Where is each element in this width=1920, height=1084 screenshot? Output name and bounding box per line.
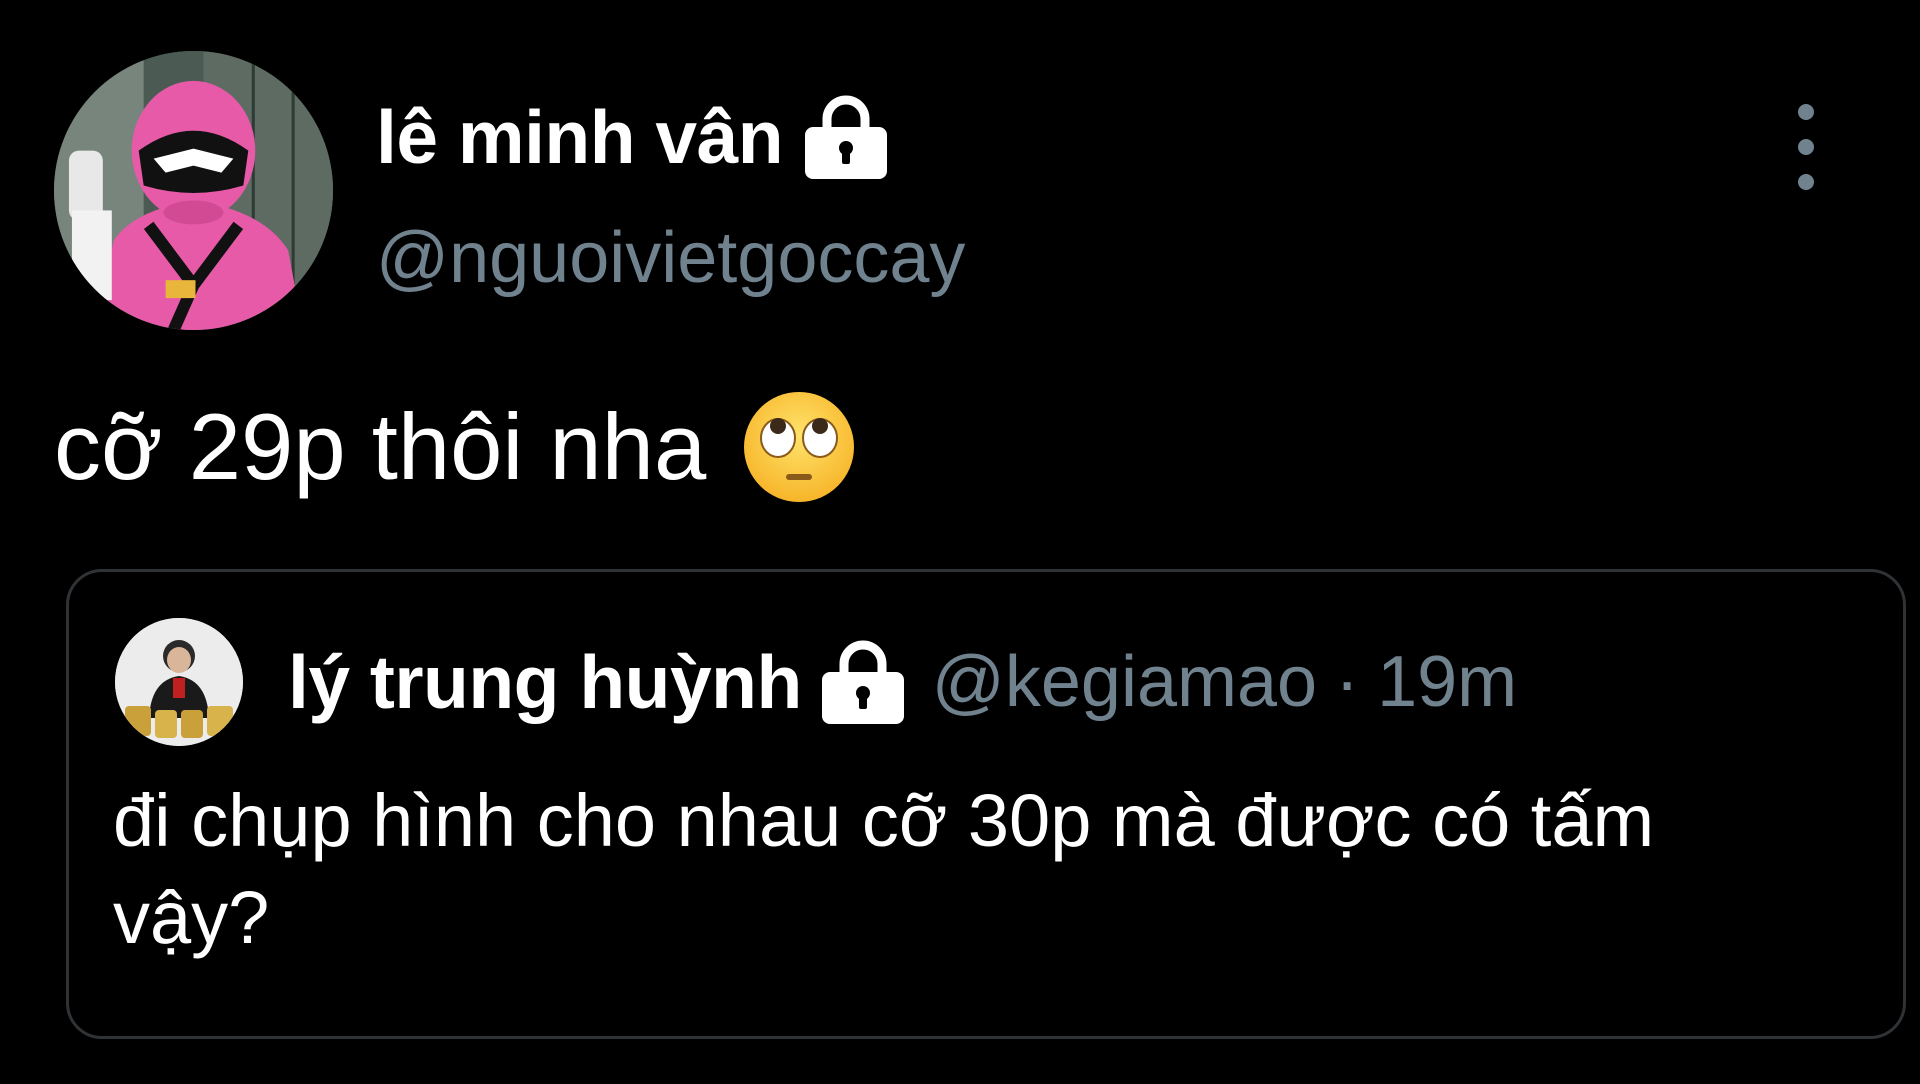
tweet-text: cỡ 29p thôi nha bbox=[54, 392, 856, 502]
quoted-author-avatar[interactable] bbox=[115, 618, 243, 746]
more-vertical-icon-dot bbox=[1798, 174, 1814, 190]
rolling-eyes-emoji-icon bbox=[742, 390, 856, 504]
author-avatar[interactable] bbox=[54, 51, 333, 330]
quoted-tweet-timestamp[interactable]: 19m bbox=[1377, 646, 1517, 718]
author-name-row: lê minh vân bbox=[376, 92, 889, 182]
person-with-trophies-avatar bbox=[115, 618, 243, 746]
quoted-author-handle[interactable]: @kegiamao bbox=[932, 646, 1317, 718]
more-vertical-icon-dot bbox=[1798, 139, 1814, 155]
quoted-tweet-text: đi chụp hình cho nhau cỡ 30p mà được có … bbox=[113, 779, 1655, 959]
pink-ranger-avatar bbox=[54, 51, 333, 330]
author-display-name[interactable]: lê minh vân bbox=[376, 99, 784, 175]
lock-icon bbox=[820, 640, 906, 724]
quoted-tweet-card[interactable]: lý trung huỳnh @kegiamao · 19m đi chụp h… bbox=[66, 569, 1906, 1039]
more-options-button[interactable] bbox=[1776, 104, 1836, 190]
tweet-body: cỡ 29p thôi nha bbox=[54, 394, 707, 499]
lock-icon bbox=[803, 95, 889, 179]
dot-separator: · bbox=[1335, 642, 1360, 722]
quoted-tweet-header: lý trung huỳnh @kegiamao · 19m bbox=[115, 617, 1517, 747]
more-vertical-icon bbox=[1798, 104, 1814, 120]
author-handle[interactable]: @nguoivietgoccay bbox=[376, 222, 965, 294]
quoted-author-display-name[interactable]: lý trung huỳnh bbox=[288, 644, 802, 720]
